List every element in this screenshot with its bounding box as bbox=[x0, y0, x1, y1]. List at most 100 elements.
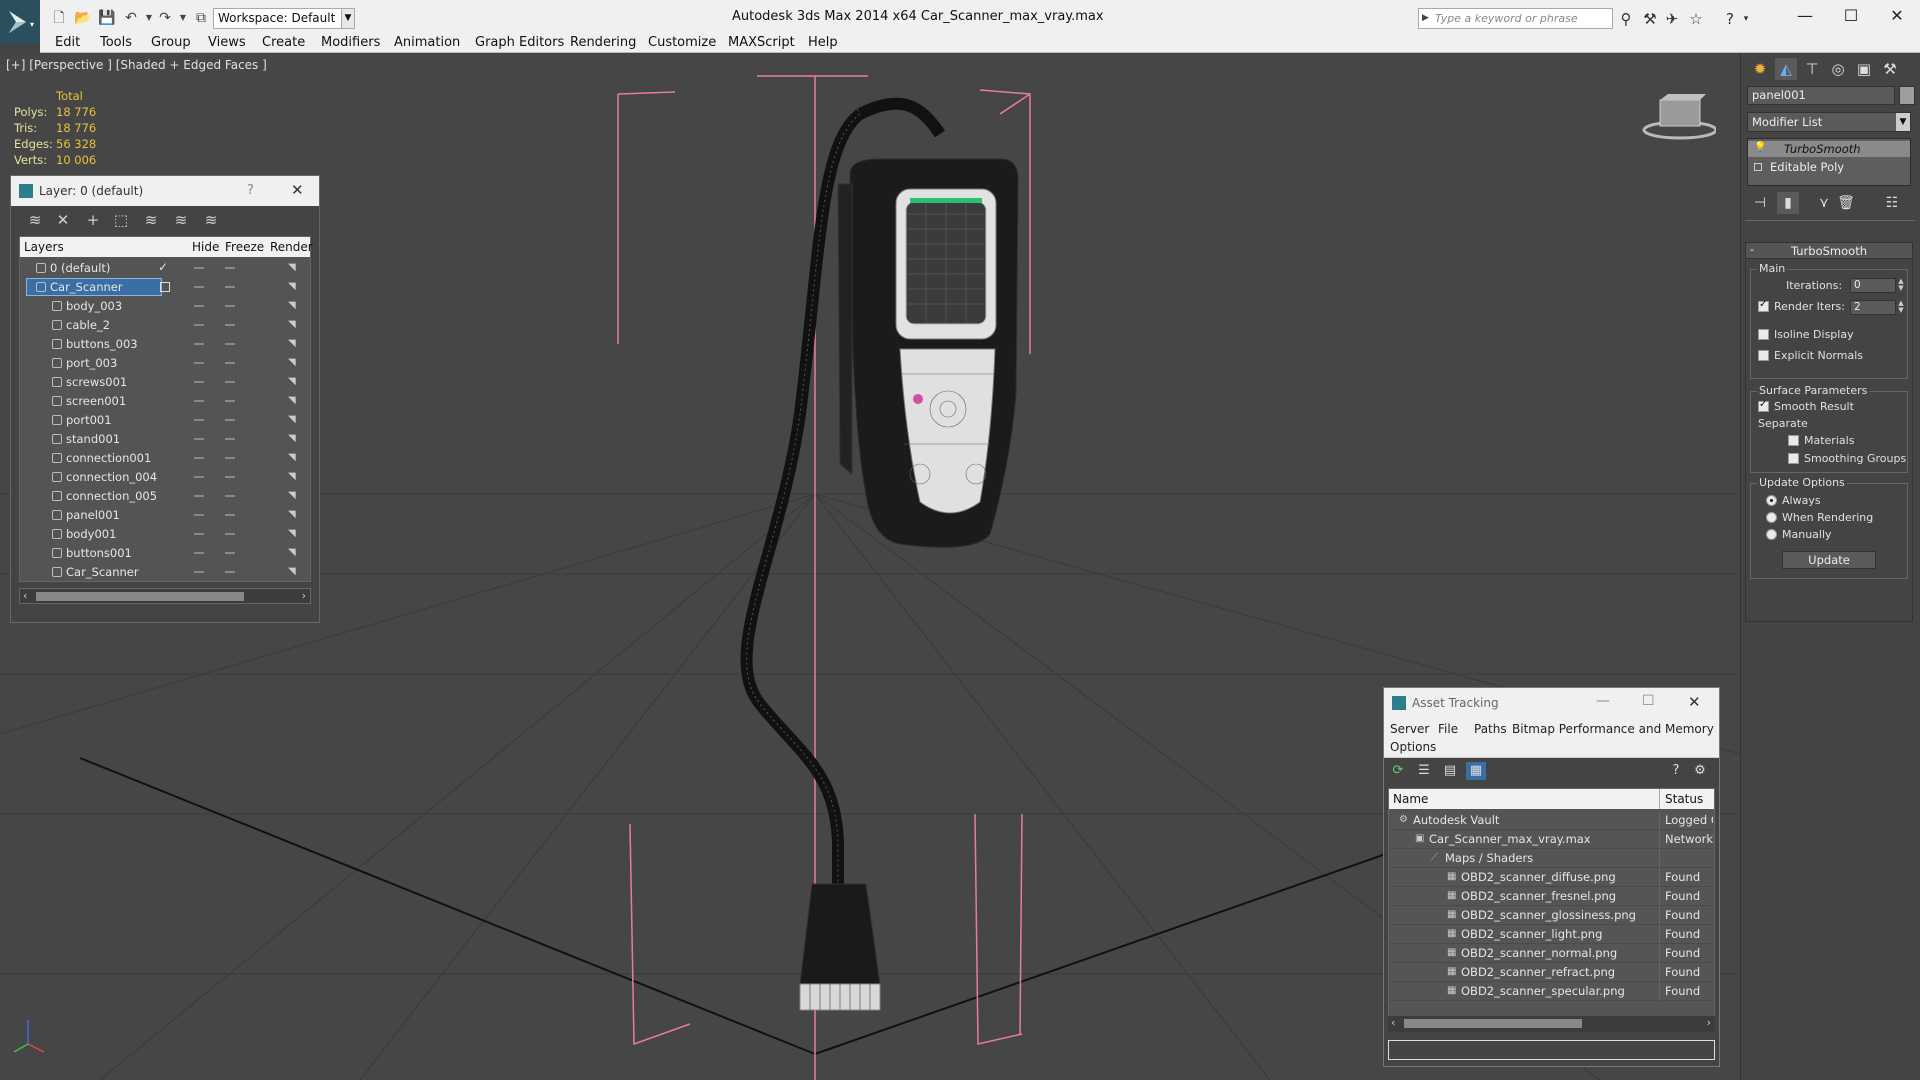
render-teapot-icon[interactable]: ◥ bbox=[288, 509, 299, 520]
make-unique-icon[interactable]: ⋎ bbox=[1813, 192, 1835, 214]
menu-paths[interactable]: Paths bbox=[1474, 722, 1507, 736]
layer-row[interactable]: body001 ◥ bbox=[20, 525, 310, 544]
menu-rendering[interactable]: Rendering bbox=[570, 35, 636, 50]
layer-row[interactable]: cable_2 ◥ bbox=[20, 316, 310, 335]
freeze-toggle[interactable] bbox=[225, 305, 235, 307]
render-iters-spinner[interactable]: 2 bbox=[1850, 300, 1896, 315]
scroll-left-icon[interactable]: ‹ bbox=[1391, 1016, 1395, 1029]
smooth-result-checkbox[interactable] bbox=[1758, 399, 1769, 412]
update-button[interactable]: Update bbox=[1782, 551, 1876, 569]
freeze-toggle[interactable] bbox=[225, 533, 235, 535]
save-icon[interactable]: 💾 bbox=[98, 9, 116, 27]
favorites-star-icon[interactable]: ☆ bbox=[1686, 9, 1706, 29]
asset-row[interactable]: ▦ OBD2_scanner_refract.png Found bbox=[1389, 963, 1714, 982]
scroll-right-icon[interactable]: › bbox=[1707, 1016, 1711, 1029]
hide-toggle[interactable] bbox=[194, 533, 204, 535]
binoculars-icon[interactable]: ⚲ bbox=[1616, 9, 1636, 29]
redo-icon[interactable]: ↷ bbox=[156, 9, 174, 27]
maximize-button[interactable]: ☐ bbox=[1828, 2, 1874, 30]
layer-row[interactable]: port_003 ◥ bbox=[20, 354, 310, 373]
hide-toggle[interactable] bbox=[194, 400, 204, 402]
object-name-field[interactable]: panel001 bbox=[1747, 86, 1895, 105]
freeze-toggle[interactable] bbox=[225, 419, 235, 421]
render-iters-checkbox[interactable] bbox=[1758, 299, 1769, 312]
asset-row[interactable]: ⚙ Autodesk Vault Logged O bbox=[1389, 811, 1714, 830]
search-input[interactable]: ▶ Type a keyword or phrase bbox=[1418, 8, 1613, 29]
current-layer-check-icon[interactable]: ✓ bbox=[158, 260, 168, 274]
render-teapot-icon[interactable]: ◥ bbox=[288, 452, 299, 463]
render-teapot-icon[interactable]: ◥ bbox=[288, 319, 299, 330]
hide-toggle[interactable] bbox=[194, 362, 204, 364]
asset-row[interactable]: ▦ OBD2_scanner_light.png Found bbox=[1389, 925, 1714, 944]
display-tab-icon[interactable]: ▣ bbox=[1853, 58, 1875, 80]
render-teapot-icon[interactable]: ◥ bbox=[288, 471, 299, 482]
horizontal-scrollbar[interactable]: ‹ › bbox=[19, 588, 311, 604]
viewport-label[interactable]: [+] [Perspective ] [Shaded + Edged Faces… bbox=[6, 58, 267, 72]
remove-modifier-icon[interactable]: 🗑 bbox=[1835, 192, 1857, 214]
scrollbar-thumb[interactable] bbox=[36, 592, 244, 601]
render-teapot-icon[interactable]: ◥ bbox=[288, 490, 299, 501]
hierarchy-tab-icon[interactable]: ⊤ bbox=[1801, 58, 1823, 80]
expand-icon[interactable] bbox=[1754, 163, 1762, 171]
subscription-icon[interactable]: ⚒ bbox=[1640, 9, 1660, 29]
scroll-right-icon[interactable]: › bbox=[302, 589, 306, 602]
render-teapot-icon[interactable]: ◥ bbox=[288, 414, 299, 425]
manually-radio[interactable] bbox=[1766, 529, 1777, 540]
hide-toggle[interactable] bbox=[194, 286, 204, 288]
asset-row[interactable]: ⟋ Maps / Shaders bbox=[1389, 849, 1714, 868]
hide-toggle[interactable] bbox=[194, 343, 204, 345]
layer-manager-window[interactable]: Layer: 0 (default) ? ✕ ≋ ✕ + ⬚ ≋ ≋ ≋ Lay… bbox=[10, 175, 320, 623]
render-teapot-icon[interactable]: ◥ bbox=[288, 281, 299, 292]
asset-row[interactable]: ▦ OBD2_scanner_normal.png Found bbox=[1389, 944, 1714, 963]
asset-row[interactable]: ▦ OBD2_scanner_specular.png Found bbox=[1389, 982, 1714, 1001]
layer-row[interactable]: panel001 ◥ bbox=[20, 506, 310, 525]
menu-animation[interactable]: Animation bbox=[394, 35, 460, 50]
layer-row[interactable]: 0 (default) ✓ ◥ bbox=[20, 259, 310, 278]
layer-row[interactable]: body_003 ◥ bbox=[20, 297, 310, 316]
render-teapot-icon[interactable]: ◥ bbox=[288, 395, 299, 406]
list-view-icon[interactable]: ☰ bbox=[1414, 762, 1434, 780]
scroll-left-icon[interactable]: ‹ bbox=[23, 589, 27, 602]
layer-row[interactable]: port001 ◥ bbox=[20, 411, 310, 430]
asset-tracking-window[interactable]: Asset Tracking — ☐ ✕ Server File Paths B… bbox=[1383, 687, 1720, 1067]
menu-views[interactable]: Views bbox=[208, 35, 246, 50]
scrollbar-thumb[interactable] bbox=[1404, 1019, 1582, 1028]
materials-checkbox[interactable] bbox=[1788, 435, 1799, 446]
redo-dropdown-icon[interactable]: ▼ bbox=[174, 9, 192, 27]
highlight-layer-icon[interactable]: ≋ bbox=[141, 211, 161, 229]
lightbulb-icon[interactable]: 💡 bbox=[1754, 142, 1766, 153]
layer-row[interactable]: connection001 ◥ bbox=[20, 449, 310, 468]
thumbnail-view-icon[interactable]: ▤ bbox=[1440, 762, 1460, 780]
freeze-toggle[interactable] bbox=[225, 476, 235, 478]
motion-tab-icon[interactable]: ◎ bbox=[1827, 58, 1849, 80]
render-teapot-icon[interactable]: ◥ bbox=[288, 338, 299, 349]
settings-icon[interactable]: ⚙ bbox=[1690, 762, 1710, 780]
viewcube-icon[interactable] bbox=[1636, 90, 1716, 140]
asset-row[interactable]: ▦ OBD2_scanner_glossiness.png Found bbox=[1389, 906, 1714, 925]
modifier-list-dropdown[interactable]: Modifier List ▼ bbox=[1747, 112, 1911, 132]
freeze-toggle[interactable] bbox=[225, 514, 235, 516]
rollout-title[interactable]: TurboSmooth bbox=[1746, 243, 1912, 259]
hide-toggle[interactable] bbox=[194, 495, 204, 497]
smoothing-groups-checkbox[interactable] bbox=[1788, 453, 1799, 464]
menu-customize[interactable]: Customize bbox=[648, 35, 716, 50]
freeze-toggle[interactable] bbox=[225, 286, 235, 288]
explicit-normals-checkbox[interactable] bbox=[1758, 350, 1769, 361]
layer-row[interactable]: connection_004 ◥ bbox=[20, 468, 310, 487]
menu-bitmap-performance[interactable]: Bitmap Performance and Memory bbox=[1512, 722, 1714, 736]
stack-item-editable-poly[interactable]: Editable Poly bbox=[1748, 159, 1910, 175]
configure-sets-icon[interactable]: ☷ bbox=[1881, 192, 1903, 214]
horizontal-scrollbar[interactable]: ‹ › bbox=[1388, 1016, 1715, 1032]
isoline-display-checkbox[interactable] bbox=[1758, 329, 1769, 340]
when-rendering-radio[interactable] bbox=[1766, 512, 1777, 523]
menu-file[interactable]: File bbox=[1438, 722, 1458, 736]
modify-tab-icon[interactable]: ◭ bbox=[1775, 58, 1797, 80]
close-icon[interactable]: ✕ bbox=[291, 181, 304, 199]
asset-tree[interactable]: Name Status ⚙ Autodesk Vault Logged O ▣ Car_… bbox=[1388, 788, 1715, 1026]
stack-item-turbosmooth[interactable]: 💡 TurboSmooth bbox=[1748, 141, 1910, 157]
create-layer-icon[interactable]: ≋ bbox=[25, 211, 45, 229]
menu-create[interactable]: Create bbox=[262, 35, 305, 50]
freeze-toggle[interactable] bbox=[225, 457, 235, 459]
hide-toggle[interactable] bbox=[194, 305, 204, 307]
spinner-arrows-icon[interactable]: ▲ ▼ bbox=[1896, 300, 1906, 315]
